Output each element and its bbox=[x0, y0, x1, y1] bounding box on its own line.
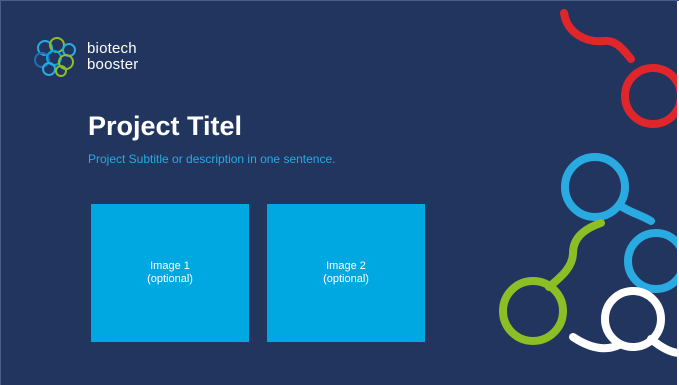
blue-molecule-icon bbox=[561, 153, 679, 293]
molecule-decoration bbox=[499, 9, 679, 357]
red-molecule-icon bbox=[560, 9, 679, 128]
green-molecule-icon bbox=[499, 219, 605, 345]
title-slide: biotech booster Project Titel Project Su… bbox=[0, 0, 679, 385]
white-molecule-icon bbox=[569, 287, 679, 357]
